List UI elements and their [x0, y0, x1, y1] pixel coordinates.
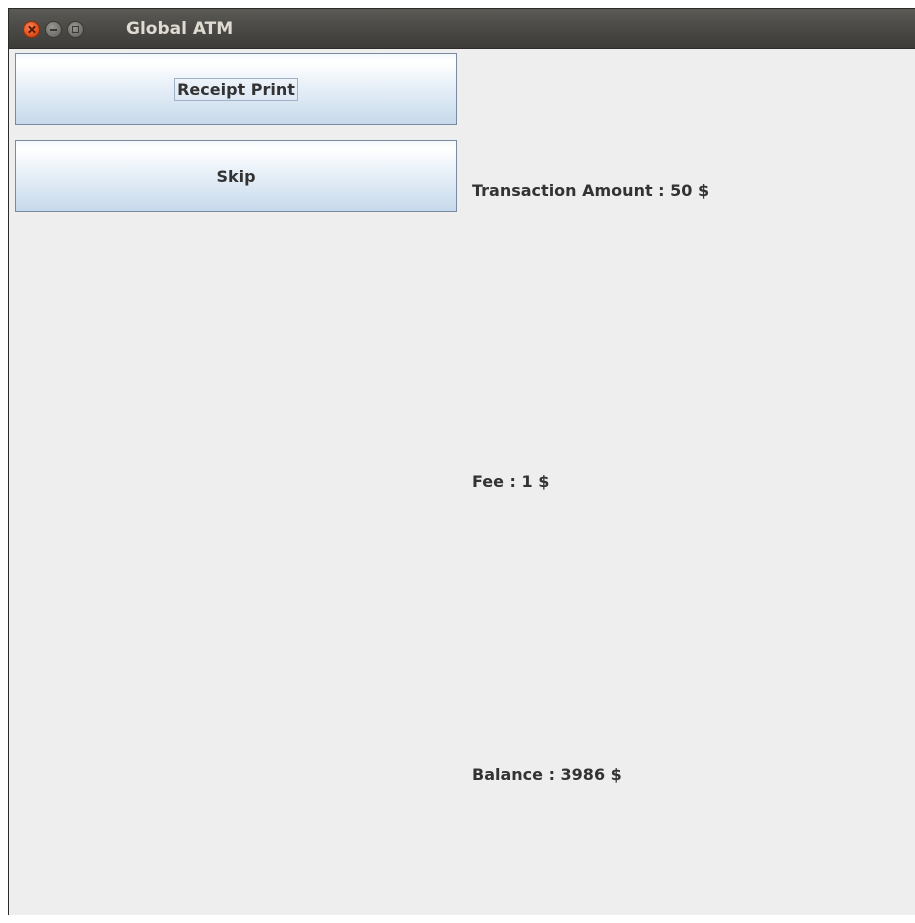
skip-button[interactable]: Skip [15, 140, 457, 212]
fee-label: Fee : 1 $ [472, 472, 550, 491]
atm-window: Global ATM Receipt Print Skip Transactio… [8, 8, 915, 915]
skip-label: Skip [216, 166, 256, 186]
window-title: Global ATM [126, 19, 234, 39]
transaction-amount-label: Transaction Amount : 50 $ [472, 181, 710, 200]
title-bar: Global ATM [9, 9, 915, 49]
receipt-print-label: Receipt Print [174, 77, 298, 101]
close-icon[interactable] [23, 21, 40, 38]
minimize-icon[interactable] [45, 21, 62, 38]
receipt-print-button[interactable]: Receipt Print [15, 53, 457, 125]
maximize-icon[interactable] [67, 21, 84, 38]
balance-label: Balance : 3986 $ [472, 765, 622, 784]
